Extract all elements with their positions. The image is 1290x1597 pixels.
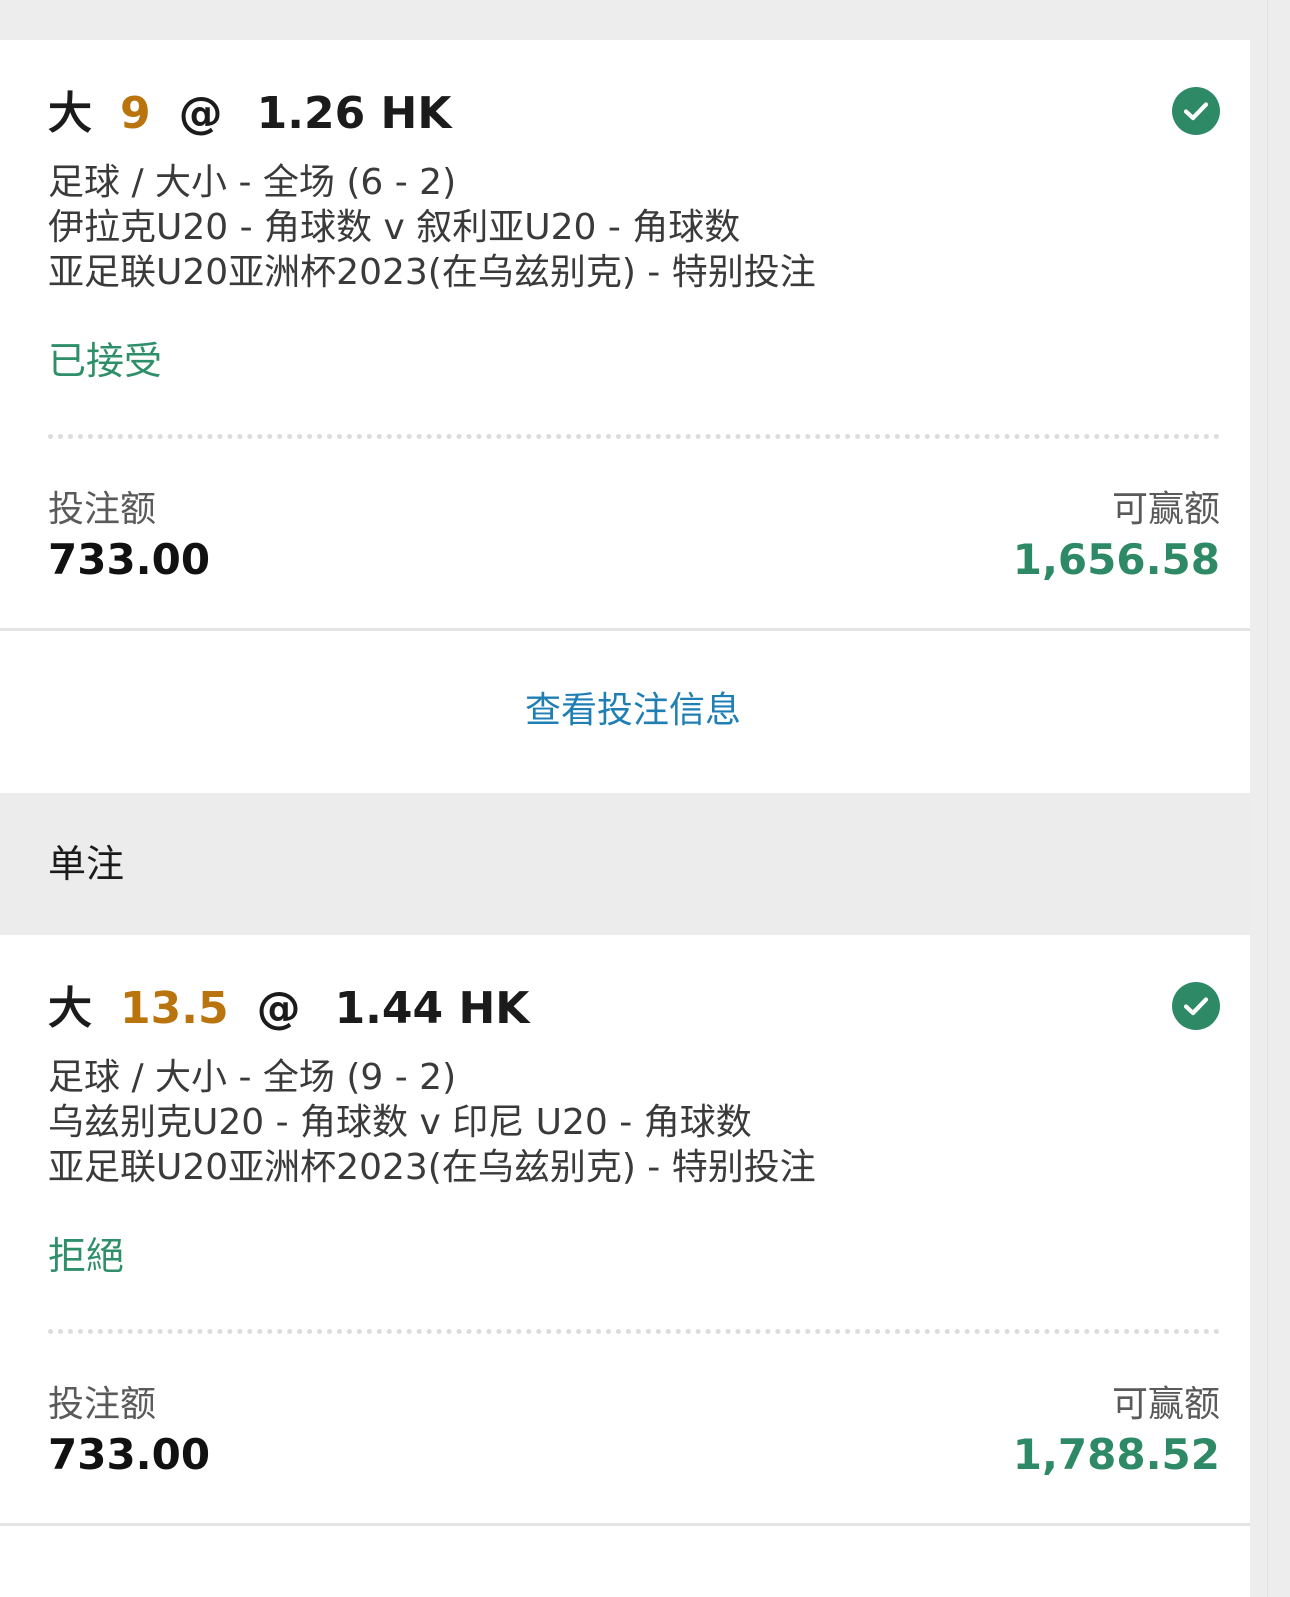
potential-win-value: 1,788.52 xyxy=(1012,1430,1220,1479)
bet-line: 13.5 xyxy=(120,983,229,1034)
view-bet-info-row: 查看投注信息 xyxy=(0,631,1250,793)
bet-card: 大 13.5 @1.44 HK 足球 / 大小 - 全场 (9 - 2) 乌兹别克U… xyxy=(0,935,1250,1525)
section-header: 单注 xyxy=(0,793,1250,935)
bet-match: 伊拉克U20 - 角球数 v 叙利亚U20 - 角球数 xyxy=(48,207,741,248)
bet-status: 拒絕 xyxy=(48,1234,125,1278)
bet-match: 乌兹别克U20 - 角球数 v 印尼 U20 - 角球数 xyxy=(48,1102,752,1143)
bet-market: 足球 / 大小 - 全场 (6 - 2) xyxy=(48,162,457,203)
bet-headline: 大 13.5 @1.44 HK xyxy=(48,981,529,1037)
potential-win-label: 可赢额 xyxy=(1111,1384,1220,1425)
stake-label: 投注额 xyxy=(48,489,157,530)
stake-value: 733.00 xyxy=(48,1430,211,1479)
check-circle-icon xyxy=(1172,982,1220,1030)
stake-label: 投注额 xyxy=(48,1384,157,1425)
bet-card: 大 9 @1.26 HK 足球 / 大小 - 全场 (6 - 2) 伊拉克U20 -… xyxy=(0,40,1250,630)
potential-win-value: 1,656.58 xyxy=(1012,535,1220,584)
dotted-divider xyxy=(48,434,1220,439)
check-circle-icon xyxy=(1172,87,1220,135)
stake-value: 733.00 xyxy=(48,535,211,584)
bet-description: 足球 / 大小 - 全场 (6 - 2) 伊拉克U20 - 角球数 v 叙利亚U… xyxy=(48,160,816,295)
scrollbar[interactable] xyxy=(1267,0,1290,1597)
bet-description: 足球 / 大小 - 全场 (9 - 2) 乌兹别克U20 - 角球数 v 印尼 … xyxy=(48,1055,816,1190)
bet-history-page: 大 9 @1.26 HK 足球 / 大小 - 全场 (6 - 2) 伊拉克U20 -… xyxy=(0,0,1290,1597)
bet-market: 足球 / 大小 - 全场 (9 - 2) xyxy=(48,1057,457,1098)
next-row-area xyxy=(0,1526,1250,1597)
potential-win-label: 可赢额 xyxy=(1111,489,1220,530)
view-bet-info-link[interactable]: 查看投注信息 xyxy=(0,687,1266,735)
at-symbol: @ xyxy=(178,88,223,139)
bet-odds: 1.44 HK xyxy=(334,983,530,1034)
bet-selection: 大 xyxy=(48,88,92,139)
bet-status: 已接受 xyxy=(48,339,163,383)
bet-competition: 亚足联U20亚洲杯2023(在乌兹别克) - 特别投注 xyxy=(48,252,816,293)
bet-selection: 大 xyxy=(48,983,92,1034)
bet-headline: 大 9 @1.26 HK xyxy=(48,86,451,142)
bet-line: 9 xyxy=(120,88,151,139)
section-title: 单注 xyxy=(48,842,125,886)
bet-competition: 亚足联U20亚洲杯2023(在乌兹别克) - 特别投注 xyxy=(48,1147,816,1188)
bet-odds: 1.26 HK xyxy=(256,88,452,139)
dotted-divider xyxy=(48,1329,1220,1334)
at-symbol: @ xyxy=(256,983,301,1034)
